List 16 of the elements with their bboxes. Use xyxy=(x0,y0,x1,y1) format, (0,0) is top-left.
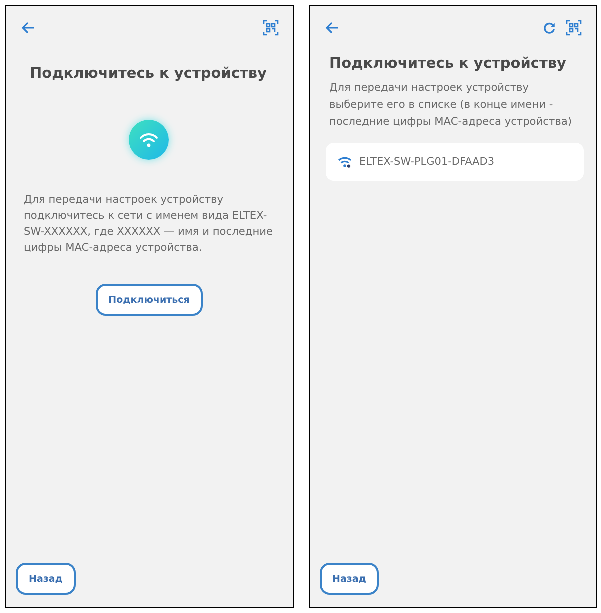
back-button[interactable]: Назад xyxy=(320,563,380,595)
refresh-icon[interactable] xyxy=(543,22,556,34)
wifi-icon xyxy=(338,156,352,168)
instruction-text: Для передачи настроек устройству подключитесь к сети с именем вида ELTEX-SW-XXXXXX, где XXXXXX — имя и последние цифры MAC-адреса устройства. xyxy=(24,193,274,256)
screen-title: Подключитесь к устройству xyxy=(330,56,568,72)
qr-scan-icon[interactable] xyxy=(566,20,582,36)
back-button[interactable]: Назад xyxy=(16,563,76,595)
qr-scan-icon[interactable] xyxy=(262,20,278,36)
back-arrow-icon[interactable] xyxy=(21,21,35,35)
network-name: ELTEX-SW-PLG01-DFAAD3 xyxy=(360,156,495,168)
screen-title: Подключитесь к устройству xyxy=(30,66,268,82)
back-arrow-icon[interactable] xyxy=(324,21,338,35)
wifi-badge-icon xyxy=(129,120,170,160)
network-item[interactable]: ELTEX-SW-PLG01-DFAAD3 xyxy=(326,143,584,181)
connect-button[interactable]: Подключиться xyxy=(96,284,203,316)
instruction-text: Для передачи настроек устройству выберите его в списке (в конце имени - последние цифры MAC-адреса устройства) xyxy=(330,81,574,130)
